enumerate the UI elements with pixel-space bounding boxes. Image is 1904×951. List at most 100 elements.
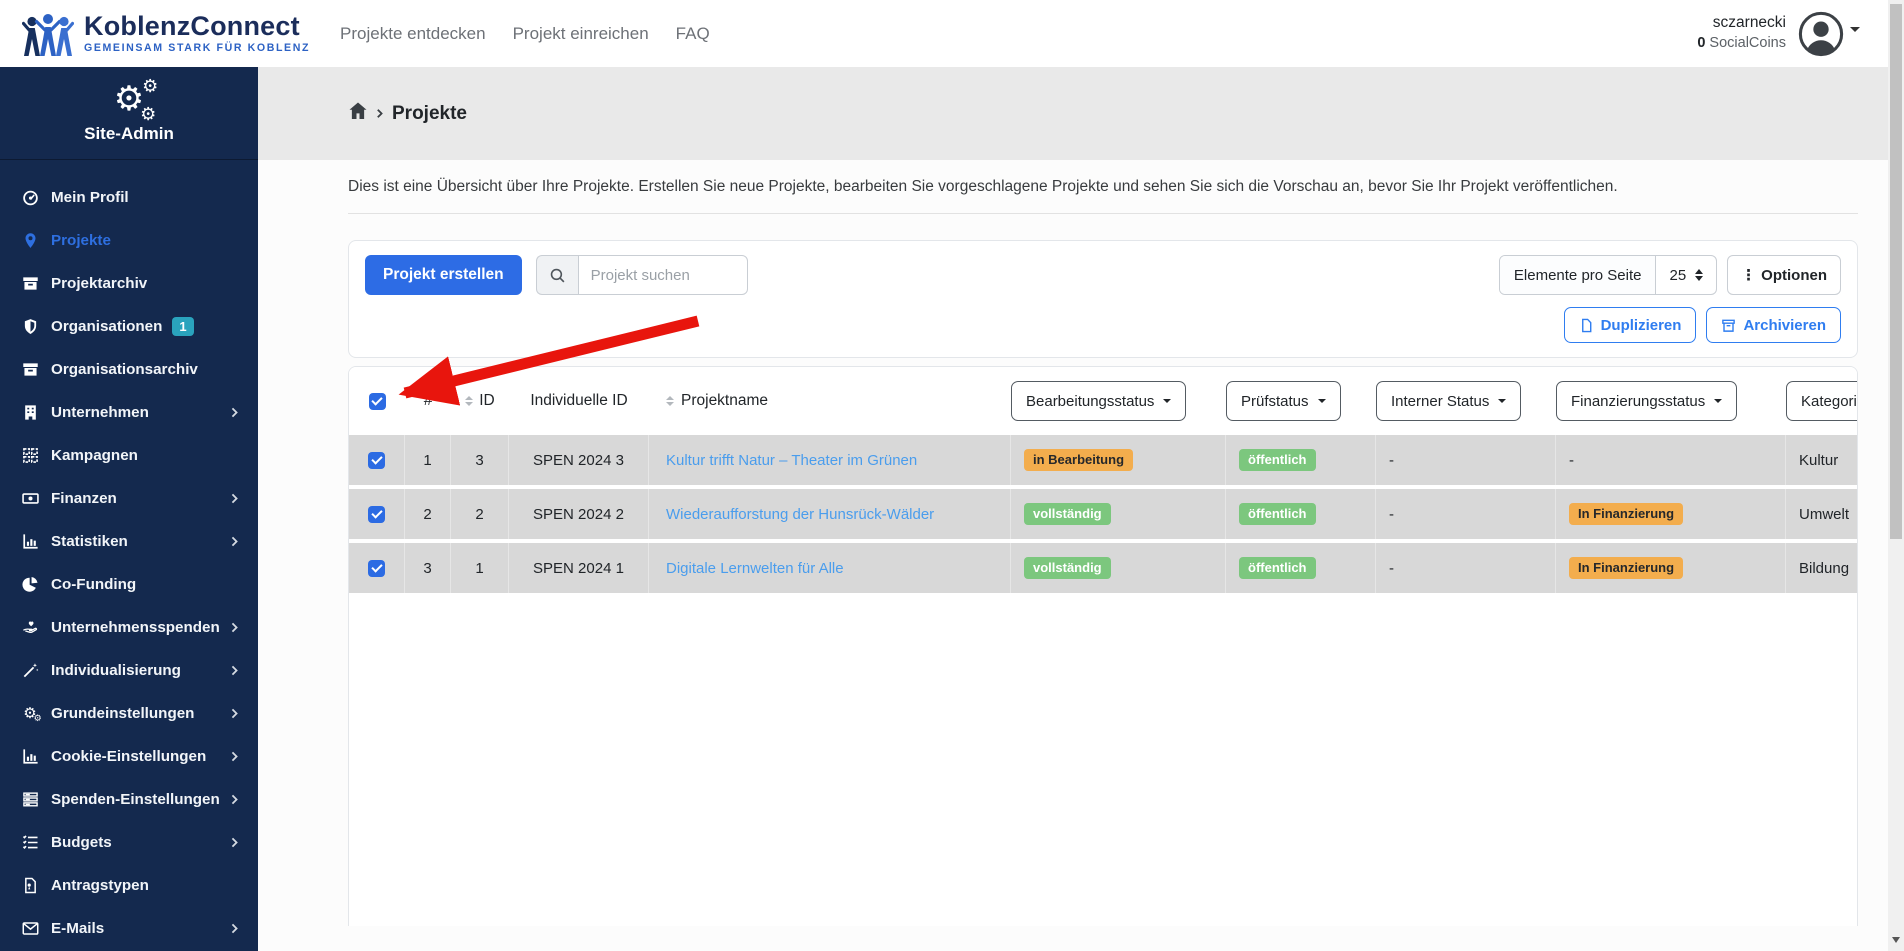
select-all-checkbox[interactable] [368, 392, 386, 410]
status-empty: - [1389, 451, 1394, 469]
building-icon [19, 404, 41, 421]
project-name-link[interactable]: Wiederaufforstung der Hunsrück-Wälder [649, 489, 1011, 539]
sidebar-item-organisationen[interactable]: Organisationen 1 [0, 305, 258, 348]
filter-interner-status[interactable]: Interner Status [1376, 381, 1522, 421]
handheart-icon [19, 619, 41, 636]
projects-table: # ID Individuelle ID Projektname Bearbei… [348, 366, 1858, 926]
filter-kategorie[interactable]: Kategorie [1786, 381, 1857, 421]
scrollbar-down-arrow[interactable] [1892, 937, 1900, 943]
sidebar-item-statistiken[interactable]: Statistiken [0, 520, 258, 563]
table-row: 1 3 SPEN 2024 3 Kultur trifft Natur – Theat… [349, 435, 1857, 485]
sidebar-item-co-funding[interactable]: Co-Funding [0, 563, 258, 606]
sidebar-item-label: Statistiken [51, 533, 128, 550]
sort-icon[interactable] [465, 396, 474, 406]
filter-bearbeitungsstatus[interactable]: Bearbeitungsstatus [1011, 381, 1187, 421]
col-num[interactable]: # [424, 392, 433, 410]
options-button[interactable]: ⋮ Optionen [1727, 255, 1841, 295]
divider [348, 213, 1858, 214]
chevron-right-icon [229, 794, 240, 805]
table-header: # ID Individuelle ID Projektname Bearbei… [349, 367, 1857, 435]
project-name-link[interactable]: Digitale Lernwelten für Alle [649, 543, 1011, 593]
per-page-select[interactable]: 25 [1656, 256, 1716, 294]
filter-pruefstatus[interactable]: Prüfstatus [1226, 381, 1341, 421]
cell-interner-status: - [1376, 435, 1556, 485]
sidebar-item-label: Co-Funding [51, 576, 137, 593]
row-individual-id: SPEN 2024 1 [509, 543, 649, 593]
sidebar-item-antragstypen[interactable]: Antragstypen [0, 864, 258, 907]
sidebar-item-unternehmen[interactable]: Unternehmen [0, 391, 258, 434]
sidebar-item-grundeinstellungen[interactable]: ⚙ ⚙ Grundeinstellungen [0, 692, 258, 735]
sidebar-item-kampagnen[interactable]: Kampagnen [0, 434, 258, 477]
list-icon [19, 834, 41, 851]
project-search [535, 255, 748, 295]
cell-bearbeitungsstatus: vollständig [1011, 489, 1226, 539]
pie-icon [19, 576, 41, 593]
search-input[interactable] [577, 255, 748, 295]
envelope-icon [19, 920, 41, 937]
status-badge: vollständig [1024, 556, 1111, 580]
sidebar-item-cookie-einstellungen[interactable]: Cookie-Einstellungen [0, 735, 258, 778]
sidebar-item-label: Mein Profil [51, 189, 129, 206]
sidebar-item-finanzen[interactable]: Finanzen [0, 477, 258, 520]
row-checkbox[interactable] [368, 559, 385, 577]
sidebar-item-individualisierung[interactable]: Individualisierung [0, 649, 258, 692]
cell-kategorie: Kultur [1799, 451, 1839, 469]
pin-icon [19, 232, 41, 249]
chevron-right-icon [229, 708, 240, 719]
sidebar-item-mein-profil[interactable]: Mein Profil [0, 176, 258, 219]
cell-finanzierungsstatus: In Finanzierung [1556, 489, 1786, 539]
sidebar-item-unternehmensspenden[interactable]: Unternehmensspenden [0, 606, 258, 649]
cell-kategorie: Umwelt [1799, 505, 1850, 523]
toolbar-card: Projekt erstellen Elemente pro Seite 25 [348, 240, 1858, 358]
row-checkbox[interactable] [368, 451, 385, 469]
sidebar-item-label: Cookie-Einstellungen [51, 748, 207, 765]
home-icon[interactable] [348, 101, 368, 126]
spinner-icon [1695, 269, 1704, 281]
page-description: Dies ist eine Übersicht über Ihre Projek… [348, 178, 1618, 195]
user-menu[interactable]: sczarnecki 0 SocialCoins [1697, 11, 1860, 57]
status-empty: - [1569, 451, 1574, 469]
archive-icon [1722, 319, 1736, 332]
sidebar-nav: Mein Profil Projekte Projektarchiv Organisa… [0, 160, 258, 950]
scrollbar-thumb[interactable] [1890, 4, 1902, 539]
sidebar-item-organisationsarchiv[interactable]: Organisationsarchiv [0, 348, 258, 391]
chart-icon [19, 748, 41, 765]
nav-link-submit[interactable]: Projekt einreichen [513, 24, 649, 44]
filter-finanzierungsstatus[interactable]: Finanzierungsstatus [1556, 381, 1738, 421]
sidebar-item-label: Unternehmensspenden [51, 619, 220, 636]
row-checkbox[interactable] [368, 505, 385, 523]
table-body: 1 3 SPEN 2024 3 Kultur trifft Natur – Theat… [349, 435, 1857, 593]
cell-pruefstatus: öffentlich [1226, 435, 1376, 485]
sidebar-item-projekte[interactable]: Projekte [0, 219, 258, 262]
col-project-name[interactable]: Projektname [681, 392, 768, 410]
archive-button[interactable]: Archivieren [1706, 307, 1841, 343]
row-number: 1 [405, 435, 451, 485]
create-project-button[interactable]: Projekt erstellen [365, 255, 522, 295]
col-individual-id[interactable]: Individuelle ID [530, 392, 627, 410]
sidebar-item-projektarchiv[interactable]: Projektarchiv [0, 262, 258, 305]
cell-interner-status: - [1376, 489, 1556, 539]
sidebar-item-e-mails[interactable]: E-Mails [0, 907, 258, 950]
search-icon [535, 255, 578, 295]
sidebar-item-spenden-einstellungen[interactable]: Spenden-Einstellungen [0, 778, 258, 821]
project-name-link[interactable]: Kultur trifft Natur – Theater im Grünen [649, 435, 1011, 485]
banknote-icon [19, 490, 41, 507]
duplicate-button[interactable]: Duplizieren [1563, 307, 1697, 343]
nav-link-faq[interactable]: FAQ [676, 24, 710, 44]
avatar-icon[interactable] [1798, 11, 1844, 57]
cell-interner-status: - [1376, 543, 1556, 593]
chevron-right-icon [229, 536, 240, 547]
window-scrollbar[interactable] [1888, 0, 1904, 951]
brand-subtitle: GEMEINSAM STARK FÜR KOBLENZ [84, 42, 311, 55]
site-admin-header: ⚙ ⚙ ⚙ Site-Admin [0, 67, 258, 160]
sort-icon[interactable] [666, 396, 674, 406]
brand-logo[interactable]: KoblenzConnect GEMEINSAM STARK FÜR KOBLE… [22, 12, 310, 56]
shield-icon [19, 318, 41, 335]
table-row: 3 1 SPEN 2024 1 Digitale Lernwelten für All… [349, 543, 1857, 593]
caret-down-icon [1498, 399, 1507, 403]
nav-link-discover[interactable]: Projekte entdecken [340, 24, 486, 44]
sidebar-item-budgets[interactable]: Budgets [0, 821, 258, 864]
col-id[interactable]: ID [479, 392, 495, 410]
caret-down-icon [1317, 399, 1326, 403]
sidebar-item-label: Projektarchiv [51, 275, 148, 292]
